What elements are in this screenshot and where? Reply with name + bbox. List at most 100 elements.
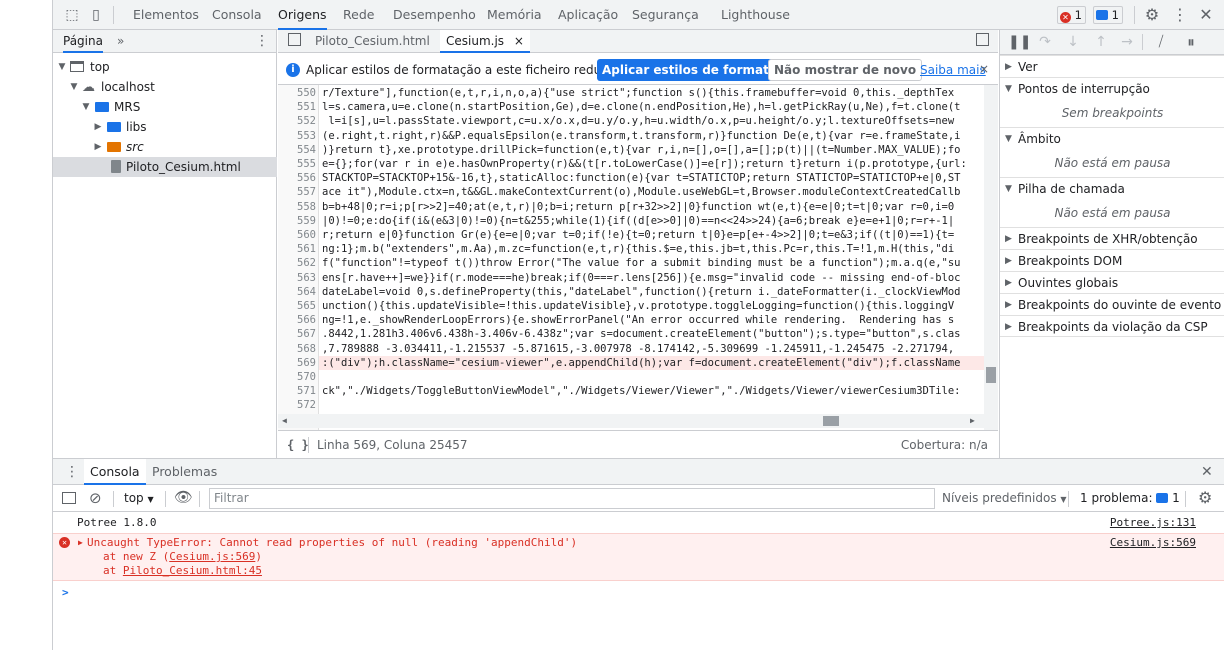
deactivate-breakpoints-icon[interactable]: ⧸ <box>1152 33 1170 51</box>
pretty-print-icon[interactable]: { } <box>287 431 309 459</box>
step-out-icon[interactable]: ↑ <box>1092 33 1110 51</box>
step-over-icon[interactable]: ↷ <box>1036 33 1054 51</box>
line-number[interactable]: 572 <box>278 398 316 412</box>
inspect-element-icon[interactable]: ⬚ <box>63 6 81 24</box>
learn-more-link[interactable]: Saiba mais <box>920 63 986 77</box>
console-prompt-row[interactable]: > <box>53 584 1224 602</box>
line-number[interactable]: 569 <box>278 356 316 370</box>
drawer-tab-problemas[interactable]: Problemas <box>152 459 217 485</box>
log-levels-dropdown[interactable]: Níveis predefinidos ▼ <box>942 485 1067 513</box>
drawer-menu-icon[interactable]: ⋮ <box>65 459 79 485</box>
line-number[interactable]: 571 <box>278 384 316 398</box>
line-number[interactable]: 559 <box>278 214 316 228</box>
line-number-gutter[interactable]: 550 551 552 553 554 555 556 557 558 559 560 561 562 5… <box>278 85 319 430</box>
more-tabs-icon[interactable]: » <box>117 30 124 52</box>
line-number[interactable]: 553 <box>278 129 316 143</box>
stack-link[interactable]: Piloto_Cesium.html:45 <box>123 564 262 577</box>
section-global-listeners[interactable]: ▶ Ouvintes globais <box>1000 271 1224 293</box>
close-drawer-icon[interactable]: ✕ <box>1201 459 1213 485</box>
line-number[interactable]: 560 <box>278 228 316 242</box>
expand-triangle-icon[interactable]: ▼ <box>57 57 67 77</box>
line-number[interactable]: 552 <box>278 114 316 128</box>
scroll-right-icon[interactable]: ▶ <box>970 414 975 428</box>
line-number[interactable]: 558 <box>278 200 316 214</box>
collapse-triangle-icon[interactable]: ▶ <box>93 117 103 137</box>
line-number[interactable]: 562 <box>278 256 316 270</box>
pause-on-exceptions-icon[interactable]: ⏸ <box>1182 33 1200 51</box>
line-number[interactable]: 565 <box>278 299 316 313</box>
tab-elementos[interactable]: Elementos <box>133 0 199 30</box>
message-count-badge[interactable]: 1 <box>1093 6 1123 24</box>
scroll-left-icon[interactable]: ◀ <box>282 414 287 428</box>
close-infobar-icon[interactable]: × <box>979 62 989 76</box>
tree-item-src[interactable]: ▶ src <box>53 137 277 157</box>
tab-memoria[interactable]: Memória <box>487 0 542 30</box>
section-call-stack[interactable]: ▼ Pilha de chamada <box>1000 177 1224 199</box>
tab-consola[interactable]: Consola <box>212 0 262 30</box>
line-number[interactable]: 566 <box>278 313 316 327</box>
scroll-thumb[interactable] <box>986 367 996 383</box>
tree-item-libs[interactable]: ▶ libs <box>53 117 277 137</box>
tree-item-top[interactable]: ▼ top <box>53 57 277 77</box>
tree-item-localhost[interactable]: ▼ ☁ localhost <box>53 77 277 97</box>
vertical-scrollbar[interactable] <box>984 85 998 430</box>
section-breakpoints[interactable]: ▼ Pontos de interrupção <box>1000 77 1224 99</box>
section-csp-breakpoints[interactable]: ▶ Breakpoints da violação da CSP <box>1000 315 1224 337</box>
tab-origens[interactable]: Origens <box>278 0 327 30</box>
collapse-triangle-icon[interactable]: ▶ <box>93 137 103 157</box>
line-number[interactable]: 555 <box>278 157 316 171</box>
tab-desempenho[interactable]: Desempenho <box>393 0 476 30</box>
coverage-status[interactable]: Cobertura: n/a <box>901 431 988 459</box>
line-number[interactable]: 567 <box>278 327 316 341</box>
scroll-thumb[interactable] <box>823 416 839 426</box>
line-number[interactable]: 554 <box>278 143 316 157</box>
tree-item-piloto-cesium[interactable]: Piloto_Cesium.html <box>53 157 277 177</box>
section-dom-breakpoints[interactable]: ▶ Breakpoints DOM <box>1000 249 1224 271</box>
source-link[interactable]: Potree.js:131 <box>1110 515 1196 531</box>
live-expression-eye-icon[interactable]: 👁 <box>174 488 193 506</box>
console-settings-gear-icon[interactable]: ⚙ <box>1198 488 1212 507</box>
toggle-navigator-icon[interactable] <box>288 33 301 46</box>
tree-item-mrs[interactable]: ▼ MRS <box>53 97 277 117</box>
drawer-tab-consola[interactable]: Consola <box>84 459 146 485</box>
step-icon[interactable]: → <box>1118 33 1136 51</box>
editor-tab-cesium[interactable]: Cesium.js × <box>440 30 530 53</box>
code-editor[interactable]: 550 551 552 553 554 555 556 557 558 559 560 561 562 5… <box>278 85 998 430</box>
device-toolbar-icon[interactable]: ▯ <box>87 6 105 24</box>
line-number[interactable]: 556 <box>278 171 316 185</box>
more-menu-icon[interactable]: ⋮ <box>1171 6 1189 24</box>
step-into-icon[interactable]: ↓ <box>1064 33 1082 51</box>
clear-console-icon[interactable]: ⊘ <box>89 489 102 507</box>
close-devtools-icon[interactable]: ✕ <box>1197 6 1215 24</box>
pause-icon[interactable]: ❚❚ <box>1008 33 1031 51</box>
section-scope[interactable]: ▼ Âmbito <box>1000 127 1224 149</box>
line-number[interactable]: 564 <box>278 285 316 299</box>
line-number[interactable]: 551 <box>278 100 316 114</box>
section-xhr-breakpoints[interactable]: ▶ Breakpoints de XHR/obtenção <box>1000 227 1224 249</box>
line-number[interactable]: 563 <box>278 271 316 285</box>
close-tab-icon[interactable]: × <box>514 34 524 48</box>
editor-tab-piloto[interactable]: Piloto_Cesium.html <box>315 30 430 53</box>
console-sidebar-icon[interactable] <box>62 492 76 504</box>
line-number[interactable]: 561 <box>278 242 316 256</box>
console-filter-input[interactable]: Filtrar <box>209 488 935 509</box>
source-link[interactable]: Cesium.js:569 <box>1110 536 1196 550</box>
tab-lighthouse[interactable]: Lighthouse <box>721 0 790 30</box>
dont-show-again-button[interactable]: Não mostrar de novo <box>768 59 923 81</box>
settings-gear-icon[interactable]: ⚙ <box>1143 6 1161 24</box>
tab-pagina[interactable]: Página <box>63 30 103 53</box>
line-number[interactable]: 568 <box>278 342 316 356</box>
line-number[interactable]: 550 <box>278 86 316 100</box>
expand-triangle-icon[interactable]: ▼ <box>81 97 91 117</box>
expand-triangle-icon[interactable]: ▶ <box>78 536 83 550</box>
expand-triangle-icon[interactable]: ▼ <box>69 77 79 97</box>
issues-counter[interactable]: 1 problema: 1 <box>1080 485 1180 512</box>
line-number[interactable]: 570 <box>278 370 316 384</box>
tab-rede[interactable]: Rede <box>343 0 374 30</box>
error-count-badge[interactable]: ✕ 1 <box>1057 6 1086 24</box>
toggle-debugger-icon[interactable] <box>976 33 989 46</box>
tab-aplicacao[interactable]: Aplicação <box>558 0 618 30</box>
horizontal-scrollbar[interactable]: ◀ ▶ <box>278 414 984 428</box>
navigator-menu-icon[interactable]: ⋮ <box>255 30 269 52</box>
context-selector[interactable]: top ▼ <box>124 485 154 513</box>
